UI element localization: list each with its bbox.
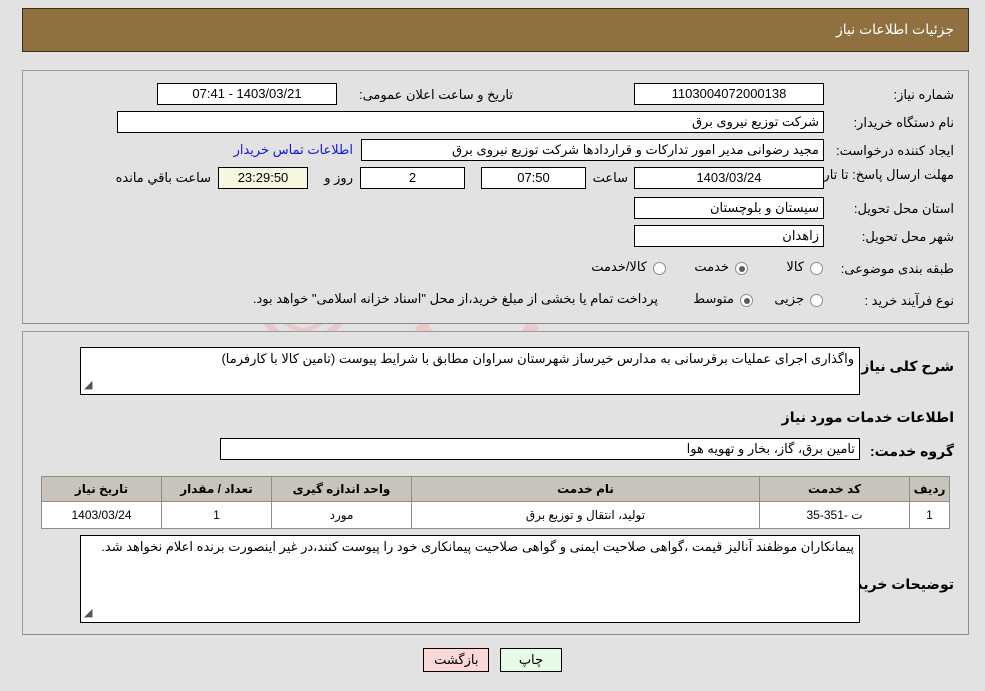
buyer-org-label: نام دستگاه خریدار:	[853, 115, 954, 130]
radio-subject-kala[interactable]	[810, 262, 823, 275]
request-creator-label: ایجاد کننده درخواست:	[836, 143, 954, 158]
delivery-province-value: سیستان و بلوچستان	[634, 197, 824, 219]
delivery-province-label: استان محل تحویل:	[853, 201, 954, 216]
services-section-title: اطلاعات خدمات مورد نیاز	[781, 409, 954, 425]
needed-services-table: ردیف کد خدمت نام خدمت واحد اندازه گیری ت…	[41, 476, 950, 529]
announce-datetime-label: تاریخ و ساعت اعلان عمومی:	[358, 87, 513, 102]
need-summary-label: شرح کلی نیاز:	[856, 358, 954, 374]
page-root: AriaTender.net جزئیات اطلاعات نیاز شماره…	[0, 0, 985, 691]
delivery-city-value: زاهدان	[634, 225, 824, 247]
cell-need-date: 1403/03/24	[41, 501, 162, 529]
th-service-code: کد خدمت	[759, 476, 910, 502]
radio-subject-kala-khedmat[interactable]	[653, 262, 666, 275]
need-details-panel: شرح کلی نیاز: واگذاری اجرای عملیات برقرس…	[22, 331, 969, 635]
cell-quantity: 1	[161, 501, 272, 529]
announce-datetime-value: 1403/03/21 - 07:41	[157, 83, 337, 105]
deadline-time-label: ساعت	[592, 170, 628, 185]
back-button[interactable]: بازگشت	[423, 648, 490, 672]
deadline-countdown-value: 23:29:50	[218, 167, 308, 189]
need-summary-value[interactable]: واگذاری اجرای عملیات برقرسانی به مدارس خ…	[80, 347, 860, 395]
print-button[interactable]: چاپ	[499, 648, 562, 672]
buyer-notes-value[interactable]: پیمانکاران موظفند آنالیز قیمت ،گواهی صلا…	[80, 535, 860, 623]
cell-service-code: ت -351-35	[759, 501, 910, 529]
th-row-index: ردیف	[909, 476, 950, 502]
th-need-date: تاریخ نیاز	[41, 476, 162, 502]
radio-process-motavasset-label: متوسط	[693, 291, 734, 306]
need-summary-text: واگذاری اجرای عملیات برقرسانی به مدارس خ…	[221, 351, 854, 366]
th-service-name: نام خدمت	[411, 476, 760, 502]
delivery-city-label: شهر محل تحویل:	[861, 229, 954, 244]
th-unit: واحد اندازه گیری	[271, 476, 412, 502]
th-quantity: تعداد / مقدار	[161, 476, 272, 502]
deadline-days-label: روز و	[324, 170, 353, 185]
deadline-time-value: 07:50	[481, 167, 586, 189]
radio-subject-khedmat-label: خدمت	[694, 259, 729, 274]
service-group-value: تامین برق، گاز، بخار و تهویه هوا	[220, 438, 860, 460]
radio-process-jozii[interactable]	[810, 294, 823, 307]
buyer-org-value: شرکت توزیع نیروی برق	[117, 111, 824, 133]
need-number-value: 1103004072000138	[634, 83, 824, 105]
deadline-label: مهلت ارسال پاسخ: تا تاریخ:	[807, 167, 954, 182]
table-header-row: ردیف کد خدمت نام خدمت واحد اندازه گیری ت…	[41, 476, 950, 502]
buyer-contact-link[interactable]: اطلاعات تماس خریدار	[234, 142, 353, 158]
radio-subject-kala-khedmat-label: کالا/خدمت	[591, 259, 647, 274]
radio-process-jozii-label: جزیی	[774, 291, 804, 306]
table-row: 1 ت -351-35 تولید، انتقال و توزیع برق مو…	[41, 501, 950, 529]
title-bar: جزئیات اطلاعات نیاز	[22, 8, 969, 52]
service-group-label: گروه خدمت:	[869, 443, 954, 459]
cell-row-index: 1	[909, 501, 950, 529]
subject-category-label: طبقه بندی موضوعی:	[840, 261, 954, 276]
resize-grip-icon[interactable]: ◢	[84, 376, 92, 394]
need-number-label: شماره نیاز:	[893, 87, 954, 102]
need-info-panel: شماره نیاز: 1103004072000138 تاریخ و ساع…	[22, 70, 969, 324]
radio-subject-kala-label: کالا	[786, 259, 804, 274]
page-title: جزئیات اطلاعات نیاز	[835, 21, 954, 37]
resize-grip-icon-notes[interactable]: ◢	[84, 604, 92, 622]
treasury-note: پرداخت تمام یا بخشی از مبلغ خرید،از محل …	[252, 291, 658, 306]
radio-subject-khedmat[interactable]	[735, 262, 748, 275]
purchase-process-label: نوع فرآیند خرید :	[864, 293, 954, 308]
deadline-date-value: 1403/03/24	[634, 167, 824, 189]
buyer-notes-text: پیمانکاران موظفند آنالیز قیمت ،گواهی صلا…	[101, 539, 854, 554]
cell-service-name: تولید، انتقال و توزیع برق	[411, 501, 760, 529]
radio-process-motavasset[interactable]	[740, 294, 753, 307]
deadline-days-value: 2	[360, 167, 465, 189]
deadline-remaining-label: ساعت باقي مانده	[115, 170, 211, 185]
request-creator-value: مجید رضوانی مدیر امور تدارکات و قرارداده…	[361, 139, 824, 161]
cell-unit: مورد	[271, 501, 412, 529]
footer-button-row: بازگشت چاپ	[0, 648, 985, 672]
